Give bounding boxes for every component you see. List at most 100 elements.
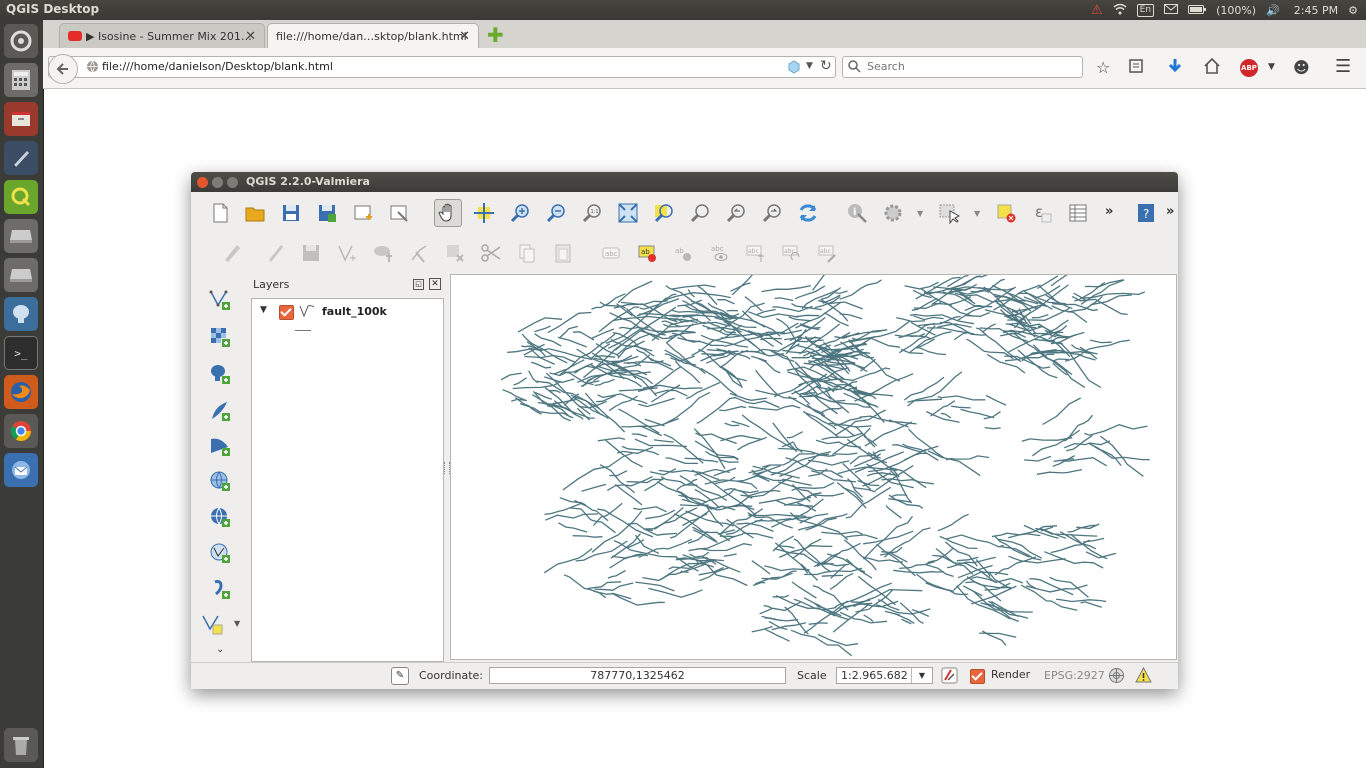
url-bar[interactable]: file:///home/danielson/Desktop/blank.htm… (48, 54, 836, 84)
warning-icon[interactable]: ⚠ (1091, 3, 1103, 18)
save-project-as-button[interactable] (313, 199, 341, 227)
messages-warning-icon[interactable] (1135, 666, 1152, 687)
keyboard-layout-indicator[interactable]: En (1136, 3, 1155, 17)
toolbar-overflow-icon[interactable]: » (1166, 204, 1174, 219)
dropdown-arrow-icon[interactable]: ▼ (974, 209, 980, 218)
node-tool-button[interactable] (405, 239, 433, 267)
layer-labeling-button[interactable]: ab (633, 239, 661, 267)
window-close-button[interactable] (197, 177, 208, 188)
reload-icon[interactable]: ↻ (820, 58, 832, 74)
tab-blank-html[interactable]: file:///home/dan…sktop/blank.html ✕ (267, 23, 479, 48)
zoom-actual-size-button[interactable]: 1:1 (578, 199, 606, 227)
trash-icon[interactable] (4, 728, 38, 762)
layer-item-fault-100k[interactable]: ▼ fault_100k (252, 303, 441, 321)
zoom-to-layer-button[interactable] (686, 199, 714, 227)
dropdown-arrow-icon[interactable]: ▼ (234, 619, 240, 628)
projection-globe-icon[interactable] (1108, 667, 1125, 687)
deselect-features-button[interactable] (992, 199, 1020, 227)
toggle-editing-button[interactable] (218, 239, 246, 267)
drive-icon-2[interactable] (4, 258, 38, 292)
wifi-icon[interactable] (1113, 3, 1127, 18)
layer-visibility-checkbox[interactable] (279, 305, 294, 320)
render-checkbox[interactable] (970, 669, 985, 684)
home-icon[interactable] (1204, 57, 1220, 78)
settings-gear-icon[interactable]: ⚙ (1348, 4, 1358, 17)
expression-select-button[interactable]: ε (1028, 199, 1056, 227)
zoom-in-button[interactable] (506, 199, 534, 227)
adblock-plus-icon[interactable]: ABP (1240, 59, 1258, 77)
search-input[interactable] (865, 59, 1079, 74)
inkscape-icon[interactable] (4, 141, 38, 175)
move-feature-button[interactable] (369, 239, 397, 267)
calculator-icon[interactable] (4, 63, 38, 97)
run-feature-action-button[interactable] (879, 199, 907, 227)
hamburger-menu-icon[interactable]: ☰ (1335, 56, 1351, 77)
zoom-full-button[interactable] (614, 199, 642, 227)
bookmark-star-icon[interactable]: ☆ (1096, 58, 1110, 77)
window-maximize-button[interactable] (227, 177, 238, 188)
toolbar-overflow-icon[interactable]: » (1105, 204, 1113, 219)
clock[interactable]: 2:45 PM (1294, 4, 1338, 17)
mail-icon[interactable] (1164, 3, 1179, 17)
paste-features-button[interactable] (549, 239, 577, 267)
cut-features-button[interactable] (477, 239, 505, 267)
qgis-launcher-icon[interactable] (4, 180, 38, 214)
add-wfs-layer-button[interactable] (206, 539, 234, 567)
composer-manager-button[interactable] (385, 199, 413, 227)
add-postgis-layer-button[interactable] (206, 360, 234, 388)
zoom-next-button[interactable] (758, 199, 786, 227)
reading-list-icon[interactable] (1128, 58, 1144, 78)
select-features-button[interactable] (935, 199, 963, 227)
file-roller-icon[interactable] (4, 102, 38, 136)
pan-map-button[interactable] (434, 199, 462, 227)
rotate-label-button[interactable]: abc (777, 239, 805, 267)
new-project-button[interactable] (206, 199, 234, 227)
help-button[interactable]: ? (1132, 199, 1160, 227)
zoom-to-selection-button[interactable] (650, 199, 678, 227)
delete-selected-button[interactable] (441, 239, 469, 267)
pocket-icon[interactable] (787, 60, 801, 77)
dropdown-arrow-icon[interactable]: ▼ (911, 668, 932, 683)
search-bar[interactable] (842, 56, 1083, 78)
current-edits-button[interactable] (261, 239, 289, 267)
scale-combobox[interactable]: 1:2.965.682 ▼ (836, 667, 933, 684)
feedback-smiley-icon[interactable]: ☻ (1293, 58, 1310, 77)
new-shapefile-layer-button[interactable] (198, 610, 226, 638)
terminal-icon[interactable]: >_ (4, 336, 38, 370)
save-project-button[interactable] (277, 199, 305, 227)
add-feature-button[interactable] (333, 239, 361, 267)
firefox-icon[interactable] (4, 375, 38, 409)
qgis-titlebar[interactable]: QGIS 2.2.0-Valmiera (191, 172, 1178, 192)
add-raster-layer-button[interactable] (206, 323, 234, 351)
show-hide-labels-button[interactable]: abc (705, 239, 733, 267)
change-label-button[interactable]: abc (813, 239, 841, 267)
crs-label[interactable]: EPSG:2927 (1044, 669, 1105, 682)
save-edits-button[interactable] (297, 239, 325, 267)
mouse-coordinate-toggle-icon[interactable]: ✎ (391, 667, 409, 685)
drive-icon-1[interactable] (4, 219, 38, 253)
close-tab-icon[interactable]: ✕ (459, 29, 470, 44)
dropdown-arrow-icon[interactable]: ▼ (806, 61, 813, 71)
stop-render-icon[interactable] (941, 667, 958, 684)
volume-icon[interactable]: 🔊 (1266, 4, 1280, 17)
add-mssql-layer-button[interactable] (206, 432, 234, 460)
close-panel-icon[interactable]: ✕ (429, 278, 441, 290)
zoom-last-button[interactable] (722, 199, 750, 227)
add-spatialite-layer-button[interactable] (206, 397, 234, 425)
back-button[interactable] (48, 54, 78, 84)
new-print-composer-button[interactable] (349, 199, 377, 227)
refresh-button[interactable] (794, 199, 822, 227)
coordinate-field[interactable]: 787770,1325462 (489, 667, 786, 684)
dash-home-icon[interactable] (4, 24, 38, 58)
open-project-button[interactable] (241, 199, 269, 227)
pin-labels-button[interactable]: ab (669, 239, 697, 267)
chrome-icon[interactable] (4, 414, 38, 448)
add-vector-layer-button[interactable] (206, 286, 234, 314)
zoom-out-button[interactable] (542, 199, 570, 227)
move-label-button[interactable]: abc (741, 239, 769, 267)
downloads-icon[interactable] (1167, 58, 1183, 78)
add-delimited-text-layer-button[interactable] (206, 575, 234, 603)
add-wcs-layer-button[interactable] (206, 503, 234, 531)
pan-to-selection-button[interactable] (470, 199, 498, 227)
identify-features-button[interactable]: i (843, 199, 871, 227)
